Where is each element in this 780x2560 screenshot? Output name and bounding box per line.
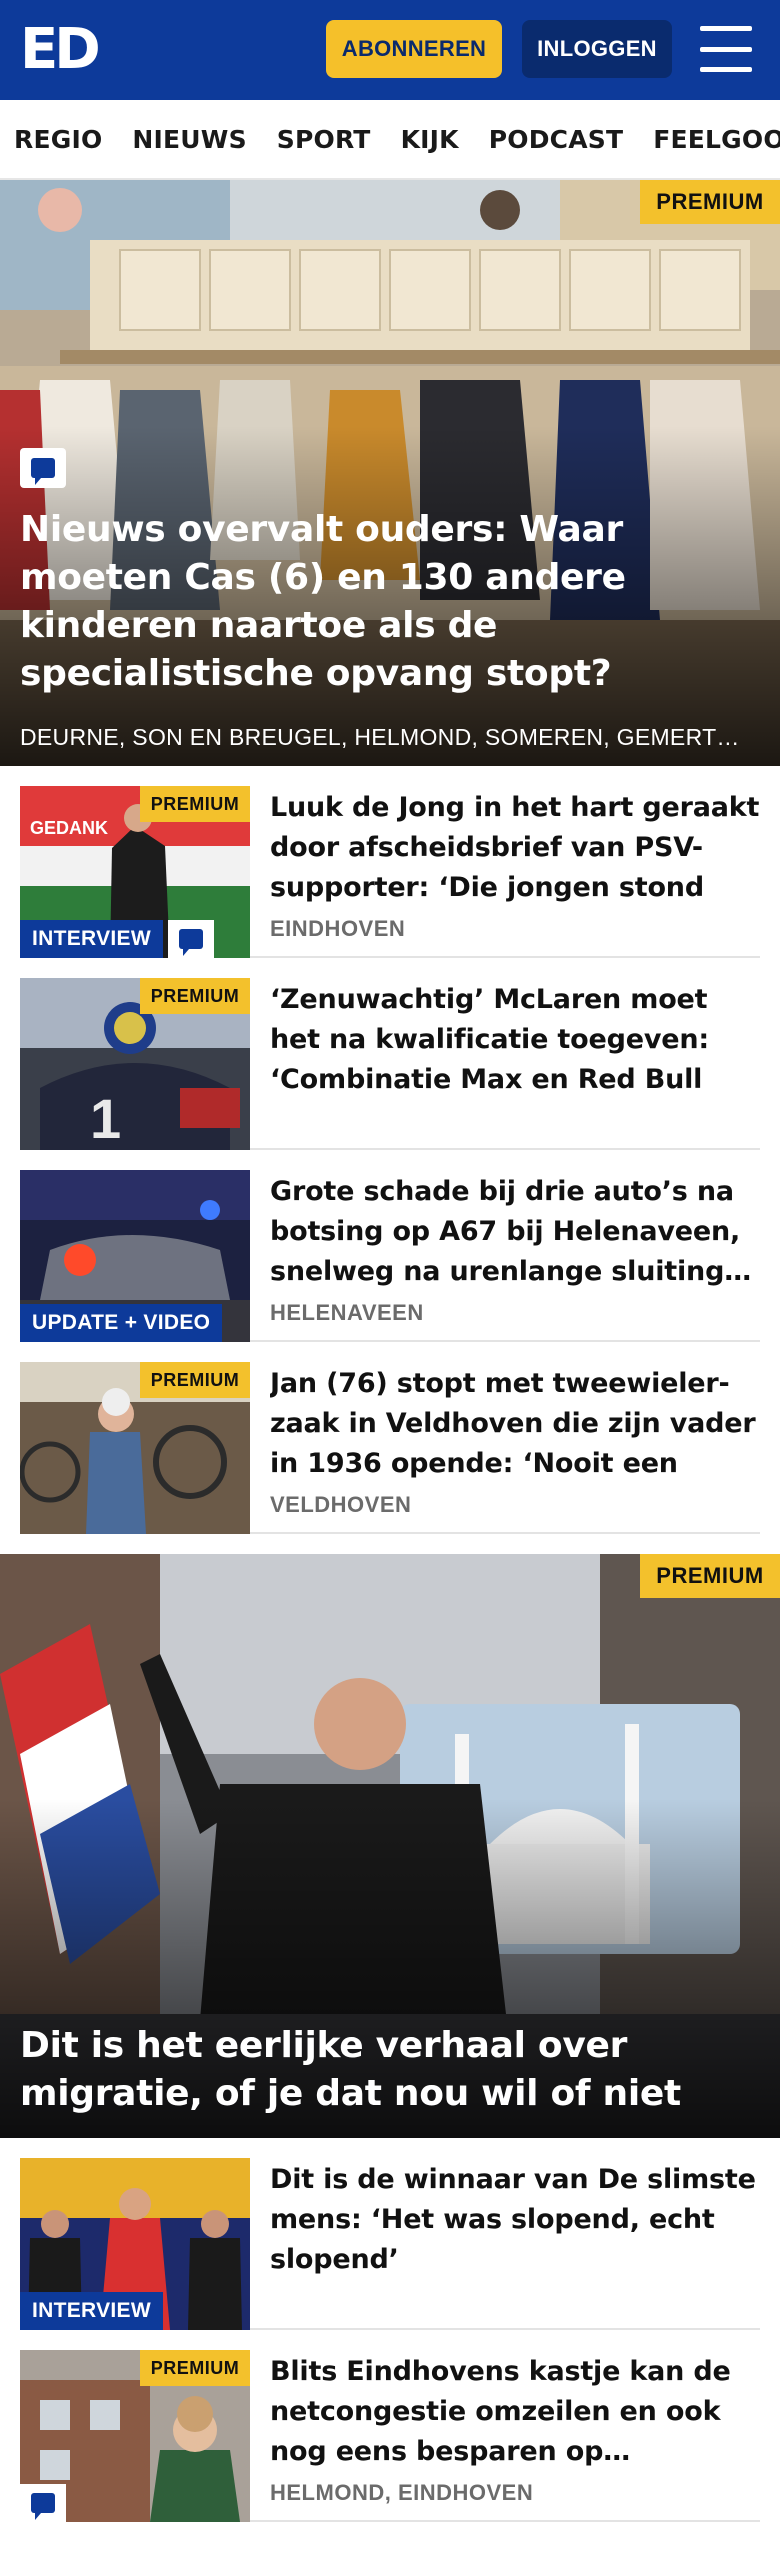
site-header: ED ABONNEREN INLOGGEN <box>0 0 780 100</box>
update-video-label: UPDATE + VIDEO <box>20 1304 223 1342</box>
nav-item-sport[interactable]: SPORT <box>277 125 371 154</box>
premium-badge: PREMIUM <box>140 2350 250 2386</box>
comment-icon <box>20 2484 66 2522</box>
article-title[interactable]: Luuk de Jong in het hart geraakt door af… <box>270 788 760 908</box>
section-nav: REGIO NIEUWS SPORT KIJK PODCAST FEELGOOD… <box>0 100 780 180</box>
article-thumbnail: INTERVIEW <box>20 2158 250 2330</box>
list-item[interactable]: PREMIUM Blits Eindhovens kastje kan de n… <box>20 2330 760 2522</box>
article-thumbnail: PREMIUM <box>20 1362 250 1534</box>
subscribe-button[interactable]: ABONNEREN <box>326 20 502 78</box>
comment-icon <box>20 448 66 488</box>
article-title[interactable]: ‘Zenuwachtig’ McLaren moet het na kwalif… <box>270 980 760 1100</box>
menu-icon-bar <box>700 67 752 72</box>
list-item[interactable]: PREMIUM Jan (76) stopt met tweewieler-za… <box>20 1342 760 1534</box>
menu-icon[interactable] <box>700 26 752 72</box>
hero-title[interactable]: Dit is het eerlijke verhaal over migrati… <box>20 2022 756 2118</box>
nav-item-podcast[interactable]: PODCAST <box>489 125 623 154</box>
article-thumbnail: 1 PREMIUM <box>20 978 250 1150</box>
article-thumbnail: GEDANK PREMIUM INTERVIEW <box>20 786 250 958</box>
article-list: GEDANK PREMIUM INTERVIEW Luuk de Jong in… <box>0 766 780 1534</box>
premium-badge: PREMIUM <box>640 180 780 224</box>
premium-badge: PREMIUM <box>140 786 250 822</box>
menu-icon-bar <box>700 46 752 52</box>
hero-title[interactable]: Nieuws overvalt ouders: Waar moeten Cas … <box>20 506 756 698</box>
article-thumbnail: PREMIUM <box>20 2350 250 2522</box>
interview-label: INTERVIEW <box>20 2292 163 2330</box>
article-title[interactable]: Blits Eindhovens kastje kan de netconges… <box>270 2352 760 2472</box>
chat-bubble-icon <box>31 458 55 485</box>
premium-badge: PREMIUM <box>140 978 250 1014</box>
chat-bubble-icon <box>179 929 203 956</box>
article-title[interactable]: Jan (76) stopt met tweewieler-zaak in Ve… <box>270 1364 760 1484</box>
hero-locations: DEURNE, SON EN BREUGEL, HELMOND, SOMEREN… <box>20 724 740 750</box>
nav-item-feelgood[interactable]: FEELGOOD <box>653 125 780 154</box>
list-item[interactable]: 1 PREMIUM ‘Zenuwachtig’ McLaren moet het… <box>20 958 760 1150</box>
nav-item-nieuws[interactable]: NIEUWS <box>132 125 246 154</box>
nav-item-regio[interactable]: REGIO <box>14 125 102 154</box>
list-item[interactable]: INTERVIEW Dit is de winnaar van De slims… <box>20 2138 760 2330</box>
interview-label: INTERVIEW <box>20 920 163 958</box>
premium-badge: PREMIUM <box>140 1362 250 1398</box>
hero-article-opvang[interactable]: PREMIUM Nieuws overvalt ouders: Waar moe… <box>0 180 780 766</box>
login-button[interactable]: INLOGGEN <box>522 20 672 78</box>
comment-icon <box>168 920 214 958</box>
article-location: VELDHOVEN <box>270 1492 412 1517</box>
site-logo[interactable]: ED <box>20 19 110 81</box>
hero-article-migratie[interactable]: PREMIUM Dit is het eerlijke verhaal over… <box>0 1554 780 2138</box>
article-list: INTERVIEW Dit is de winnaar van De slims… <box>0 2138 780 2522</box>
article-thumbnail: UPDATE + VIDEO <box>20 1170 250 1342</box>
article-location: HELENAVEEN <box>270 1300 424 1325</box>
svg-text:GEDANK: GEDANK <box>30 818 108 838</box>
premium-badge: PREMIUM <box>640 1554 780 1598</box>
menu-icon-bar <box>700 26 752 31</box>
chat-bubble-icon <box>31 2493 55 2520</box>
list-item[interactable]: UPDATE + VIDEO Grote schade bij drie aut… <box>20 1150 760 1342</box>
article-title[interactable]: Grote schade bij drie auto’s na botsing … <box>270 1172 760 1292</box>
article-location: HELMOND, EINDHOVEN <box>270 2480 534 2505</box>
logo-text: ED <box>20 17 101 82</box>
nav-item-kijk[interactable]: KIJK <box>401 125 459 154</box>
svg-text:1: 1 <box>90 1087 121 1150</box>
list-item[interactable]: GEDANK PREMIUM INTERVIEW Luuk de Jong in… <box>20 766 760 958</box>
article-title[interactable]: Dit is de winnaar van De slimste mens: ‘… <box>270 2160 760 2280</box>
article-location: EINDHOVEN <box>270 916 406 941</box>
